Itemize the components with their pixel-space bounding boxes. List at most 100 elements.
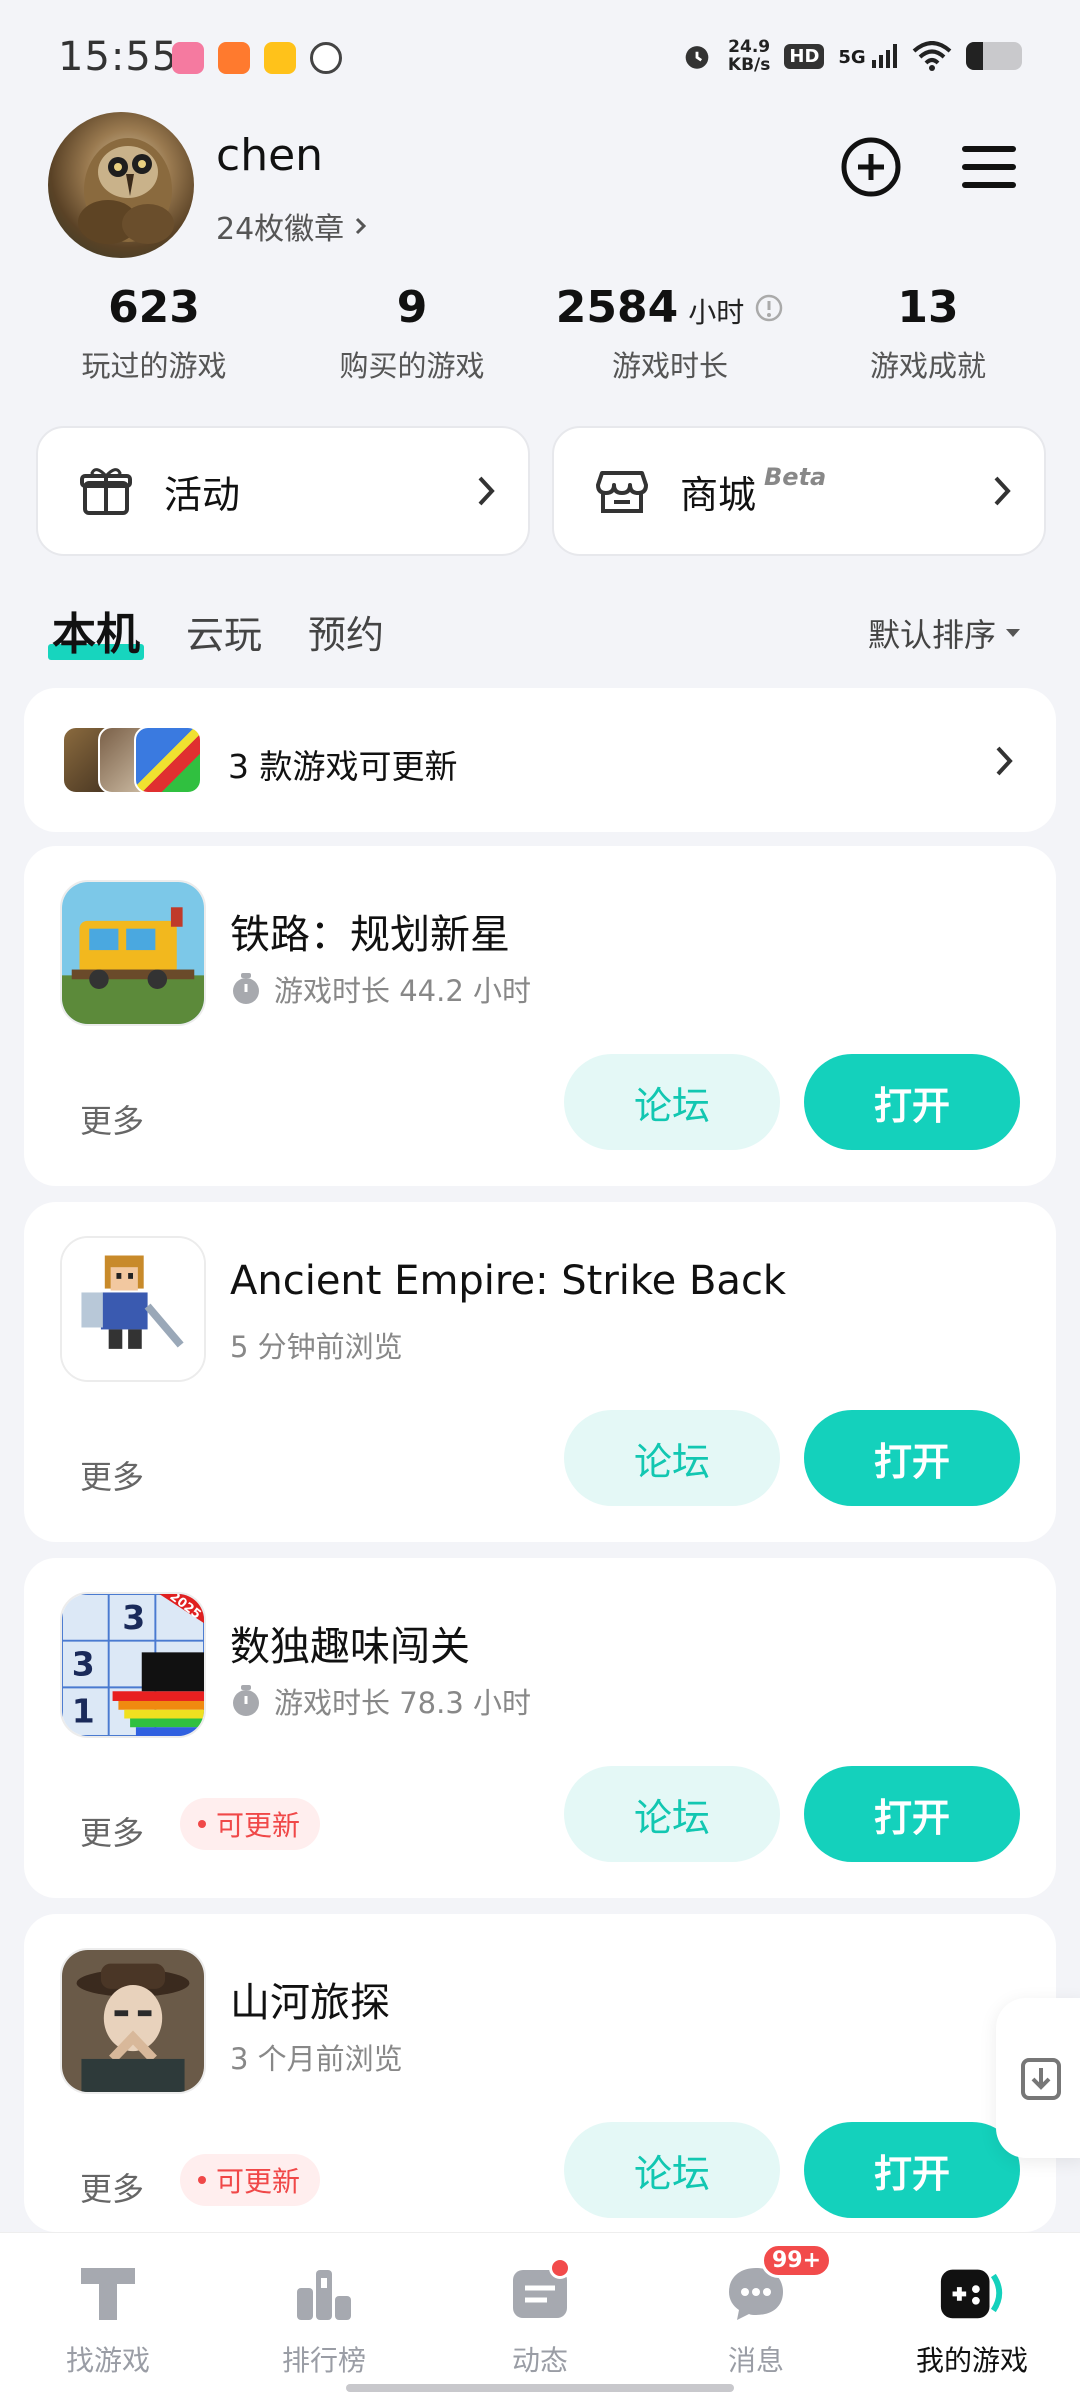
more-button[interactable]: 更多 — [80, 1808, 144, 1854]
game-icon[interactable] — [60, 1236, 206, 1382]
message-count-badge: 99+ — [761, 2243, 833, 2278]
stat-achievements[interactable]: 13 游戏成就 — [798, 282, 1058, 385]
caret-down-icon — [1006, 629, 1020, 637]
notification-dot — [549, 2257, 571, 2279]
chevron-right-icon — [356, 217, 367, 235]
game-card[interactable]: 3 3 1 2025 数独趣味闯关 游戏时长 78.3 小时 更多 可更新 论坛… — [24, 1558, 1056, 1898]
badges-count: 24枚徽章 — [216, 212, 345, 247]
open-button[interactable]: 打开 — [804, 2122, 1020, 2218]
update-game-icons — [62, 726, 232, 794]
stat-played[interactable]: 623 玩过的游戏 — [24, 282, 284, 385]
sudoku-digit: 1 — [72, 1691, 95, 1730]
game-meta: 游戏时长 44.2 小时 — [230, 968, 531, 1010]
info-icon[interactable] — [754, 293, 784, 323]
find-games-icon — [81, 2268, 135, 2320]
nav-find-games[interactable]: 找游戏 — [18, 2261, 198, 2379]
open-button[interactable]: 打开 — [804, 1766, 1020, 1862]
store-icon — [596, 471, 648, 513]
dot-icon — [198, 1820, 206, 1828]
dot-icon — [198, 2176, 206, 2184]
game-title: 铁路：规划新星 — [230, 912, 510, 958]
updates-text: 3 款游戏可更新 — [228, 747, 458, 786]
menu-icon — [962, 146, 1016, 188]
more-button[interactable]: 更多 — [80, 2164, 144, 2210]
nav-my-games[interactable]: 我的游戏 — [882, 2261, 1062, 2379]
game-icon[interactable] — [60, 880, 206, 1026]
forum-button[interactable]: 论坛 — [564, 1410, 780, 1506]
updates-banner[interactable]: 3 款游戏可更新 — [24, 688, 1056, 832]
tab-local[interactable]: 本机 — [48, 598, 144, 662]
beta-tag: Beta — [764, 463, 827, 491]
bilibili-icon — [172, 42, 204, 74]
game-icon[interactable]: 3 3 1 2025 — [60, 1592, 206, 1738]
clock-app-icon — [310, 42, 342, 74]
chevron-right-icon — [478, 476, 495, 506]
game-meta: 5 分钟前浏览 — [230, 1330, 403, 1364]
sudoku-digit: 3 — [122, 1598, 145, 1637]
more-button[interactable]: 更多 — [80, 1452, 144, 1498]
game-meta: 游戏时长 78.3 小时 — [230, 1680, 531, 1722]
add-button[interactable] — [834, 130, 908, 204]
ranking-icon — [297, 2270, 351, 2320]
nav-ranking[interactable]: 排行榜 — [234, 2261, 414, 2379]
game-tabs: 本机 云玩 预约 — [48, 598, 384, 662]
status-bar: 15:55 24.9 KB/s HD 5G — [0, 0, 1080, 120]
username[interactable]: chen — [216, 130, 323, 181]
plus-circle-icon — [841, 137, 901, 197]
my-games-icon — [940, 2269, 1003, 2319]
gift-icon — [80, 468, 132, 515]
taxi-app-icon — [264, 42, 296, 74]
game-title: 数独趣味闯关 — [230, 1624, 470, 1670]
open-button[interactable]: 打开 — [804, 1054, 1020, 1150]
store-label: 商城 — [680, 472, 757, 517]
signal-icon: 5G — [838, 44, 898, 68]
nav-messages[interactable]: 99+ 消息 — [666, 2243, 846, 2379]
store-card[interactable]: 商城 Beta — [552, 426, 1046, 556]
activity-card[interactable]: 活动 — [36, 426, 530, 556]
xiaomi-app-icon — [218, 42, 250, 74]
stat-playtime[interactable]: 2584 小时 游戏时长 — [540, 282, 800, 385]
status-time: 15:55 — [58, 34, 179, 80]
forum-button[interactable]: 论坛 — [564, 2122, 780, 2218]
net-speed: 24.9 KB/s — [727, 37, 771, 75]
game-title: Ancient Empire: Strike Back — [230, 1258, 787, 1304]
avatar[interactable] — [48, 112, 194, 258]
game-thumb — [134, 726, 202, 794]
forum-button[interactable]: 论坛 — [564, 1054, 780, 1150]
more-button[interactable]: 更多 — [80, 1096, 144, 1142]
badges-link[interactable]: 24枚徽章 — [216, 204, 370, 248]
game-card[interactable]: 山河旅探 3 个月前浏览 更多 可更新 论坛 打开 — [24, 1914, 1056, 2232]
forum-button[interactable]: 论坛 — [564, 1766, 780, 1862]
game-title: 山河旅探 — [230, 1980, 390, 2026]
stat-purchased[interactable]: 9 购买的游戏 — [282, 282, 542, 385]
update-badge: 可更新 — [180, 2154, 321, 2206]
floating-download-button[interactable] — [996, 1998, 1080, 2158]
tab-reserve[interactable]: 预约 — [308, 604, 384, 662]
chevron-right-icon — [994, 476, 1011, 506]
hd-icon: HD — [784, 43, 825, 69]
sort-dropdown[interactable]: 默认排序 — [868, 610, 1022, 656]
update-badge: 可更新 — [180, 1798, 321, 1850]
stopwatch-icon — [233, 1685, 259, 1716]
open-button[interactable]: 打开 — [804, 1410, 1020, 1506]
chevron-right-icon — [996, 746, 1013, 776]
home-indicator — [346, 2384, 734, 2392]
game-meta: 3 个月前浏览 — [230, 2042, 403, 2076]
game-card[interactable]: 铁路：规划新星 游戏时长 44.2 小时 更多 论坛 打开 — [24, 846, 1056, 1186]
menu-button[interactable] — [952, 130, 1026, 204]
game-icon[interactable] — [60, 1948, 206, 2094]
wifi-icon — [912, 41, 952, 71]
alarm-icon — [685, 46, 709, 69]
battery-icon — [966, 42, 1022, 70]
stats-row: 623 玩过的游戏 9 购买的游戏 2584 小时 游戏时长 13 游戏成就 — [0, 282, 1080, 392]
tab-cloud[interactable]: 云玩 — [186, 604, 262, 662]
download-icon — [1021, 2058, 1061, 2100]
game-card[interactable]: Ancient Empire: Strike Back 5 分钟前浏览 更多 论… — [24, 1202, 1056, 1542]
stopwatch-icon — [233, 973, 259, 1004]
nav-feed[interactable]: 动态 — [450, 2257, 630, 2379]
bottom-nav: 找游戏 排行榜 动态 99+ 消息 我的游戏 — [0, 2232, 1080, 2400]
sort-label: 默认排序 — [867, 616, 996, 654]
status-app-icons — [172, 42, 342, 74]
sudoku-digit: 3 — [72, 1645, 95, 1684]
activity-label: 活动 — [164, 472, 241, 517]
